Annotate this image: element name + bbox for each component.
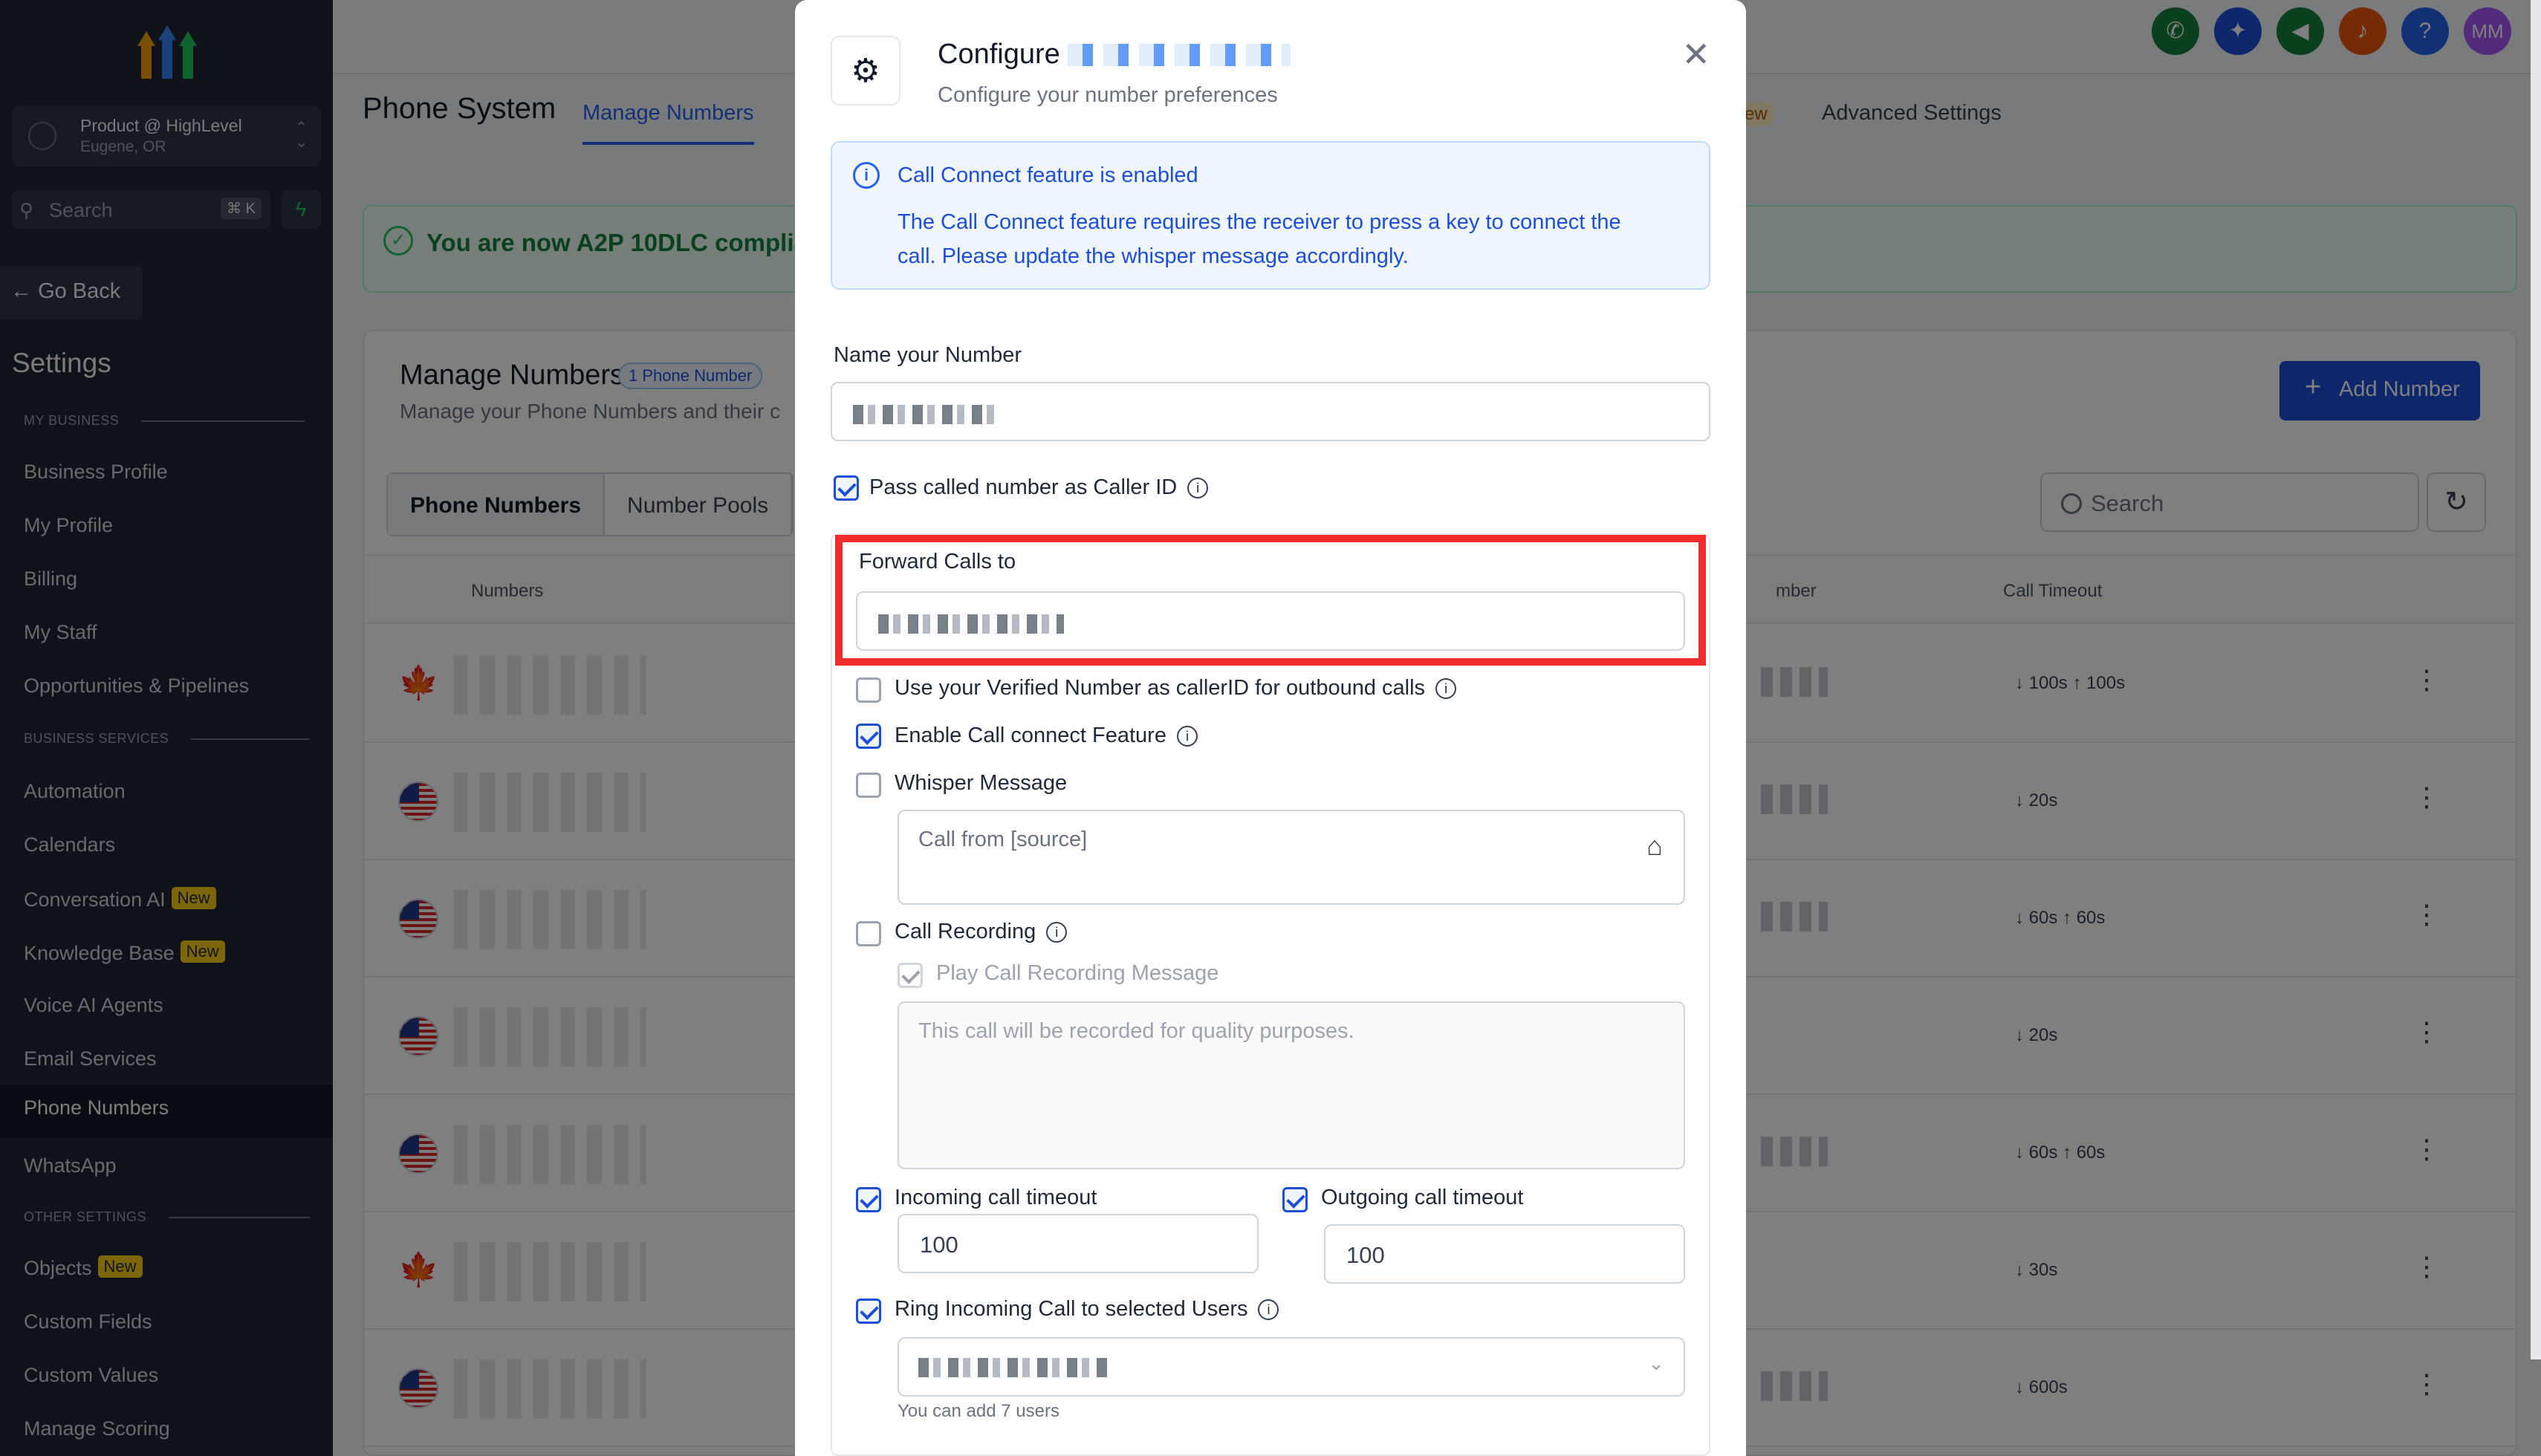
chevron-down-icon: ⌄: [1648, 1352, 1664, 1374]
redacted-value: [853, 404, 1002, 424]
enable-call-connect-text: Enable Call connect Feature: [895, 724, 1166, 747]
incoming-timeout-label: Incoming call timeout: [895, 1186, 1097, 1209]
number-name-input[interactable]: [831, 382, 1710, 441]
pass-caller-id-text: Pass called number as Caller ID: [869, 475, 1178, 499]
scrollbar[interactable]: [2531, 0, 2541, 1359]
ring-users-checkbox[interactable]: [856, 1299, 881, 1324]
whisper-message-label: Whisper Message: [895, 771, 1068, 795]
close-icon[interactable]: ✕: [1681, 34, 1710, 74]
redacted-name: [1067, 44, 1291, 66]
redacted-value: [918, 1358, 1112, 1377]
play-recording-message-label: Play Call Recording Message: [936, 961, 1219, 985]
whisper-message-checkbox[interactable]: [856, 773, 881, 798]
tag-icon[interactable]: ⌂: [1646, 831, 1663, 862]
outgoing-timeout-label: Outgoing call timeout: [1321, 1186, 1524, 1209]
call-recording-label: Call Recording i: [895, 920, 1068, 944]
incoming-timeout-input[interactable]: 100: [898, 1214, 1259, 1273]
name-label: Name your Number: [834, 343, 1022, 367]
modal-title-text: Configure: [938, 39, 1060, 70]
enable-call-connect-checkbox[interactable]: [856, 724, 881, 749]
info-icon: i: [1258, 1299, 1279, 1320]
ring-users-text: Ring Incoming Call to selected Users: [895, 1297, 1248, 1321]
outgoing-timeout-checkbox[interactable]: [1282, 1187, 1308, 1212]
forward-calls-input[interactable]: [856, 591, 1685, 651]
outgoing-timeout-input[interactable]: 100: [1324, 1224, 1685, 1284]
redacted-value: [878, 614, 1064, 634]
info-icon: i: [1046, 922, 1068, 943]
call-recording-text: Call Recording: [895, 920, 1036, 943]
recording-message-textarea[interactable]: This call will be recorded for quality p…: [898, 1001, 1685, 1169]
whisper-placeholder: Call from [source]: [918, 828, 1088, 851]
use-verified-text: Use your Verified Number as callerID for…: [895, 676, 1426, 700]
info-alert: i Call Connect feature is enabled The Ca…: [831, 141, 1710, 290]
configure-modal: ⚙ Configure Configure your number prefer…: [795, 0, 1746, 1456]
pass-caller-id-label: Pass called number as Caller ID i: [869, 475, 1209, 500]
incoming-timeout-checkbox[interactable]: [856, 1187, 881, 1212]
users-hint: You can add 7 users: [898, 1401, 1059, 1421]
info-icon: i: [1176, 726, 1198, 747]
use-verified-number-checkbox[interactable]: [856, 677, 881, 703]
forward-calls-label: Forward Calls to: [859, 550, 1016, 573]
pass-caller-id-checkbox[interactable]: [834, 475, 859, 501]
info-icon: i: [1435, 678, 1457, 699]
info-icon: i: [1187, 478, 1209, 498]
play-recording-message-checkbox[interactable]: [898, 963, 923, 988]
whisper-message-textarea[interactable]: Call from [source] ⌂: [898, 810, 1685, 905]
call-recording-checkbox[interactable]: [856, 921, 881, 946]
info-body: The Call Connect feature requires the re…: [898, 210, 1621, 268]
info-heading: Call Connect feature is enabled: [898, 163, 1198, 187]
use-verified-number-label: Use your Verified Number as callerID for…: [895, 676, 1457, 701]
modal-subtitle: Configure your number preferences: [938, 83, 1278, 107]
gear-icon: ⚙: [831, 36, 900, 105]
ring-users-label: Ring Incoming Call to selected Users i: [895, 1297, 1279, 1322]
info-icon: i: [853, 162, 880, 189]
modal-title: Configure: [938, 39, 1291, 71]
enable-call-connect-label: Enable Call connect Feature i: [895, 724, 1198, 748]
users-select[interactable]: ⌄: [898, 1337, 1685, 1397]
